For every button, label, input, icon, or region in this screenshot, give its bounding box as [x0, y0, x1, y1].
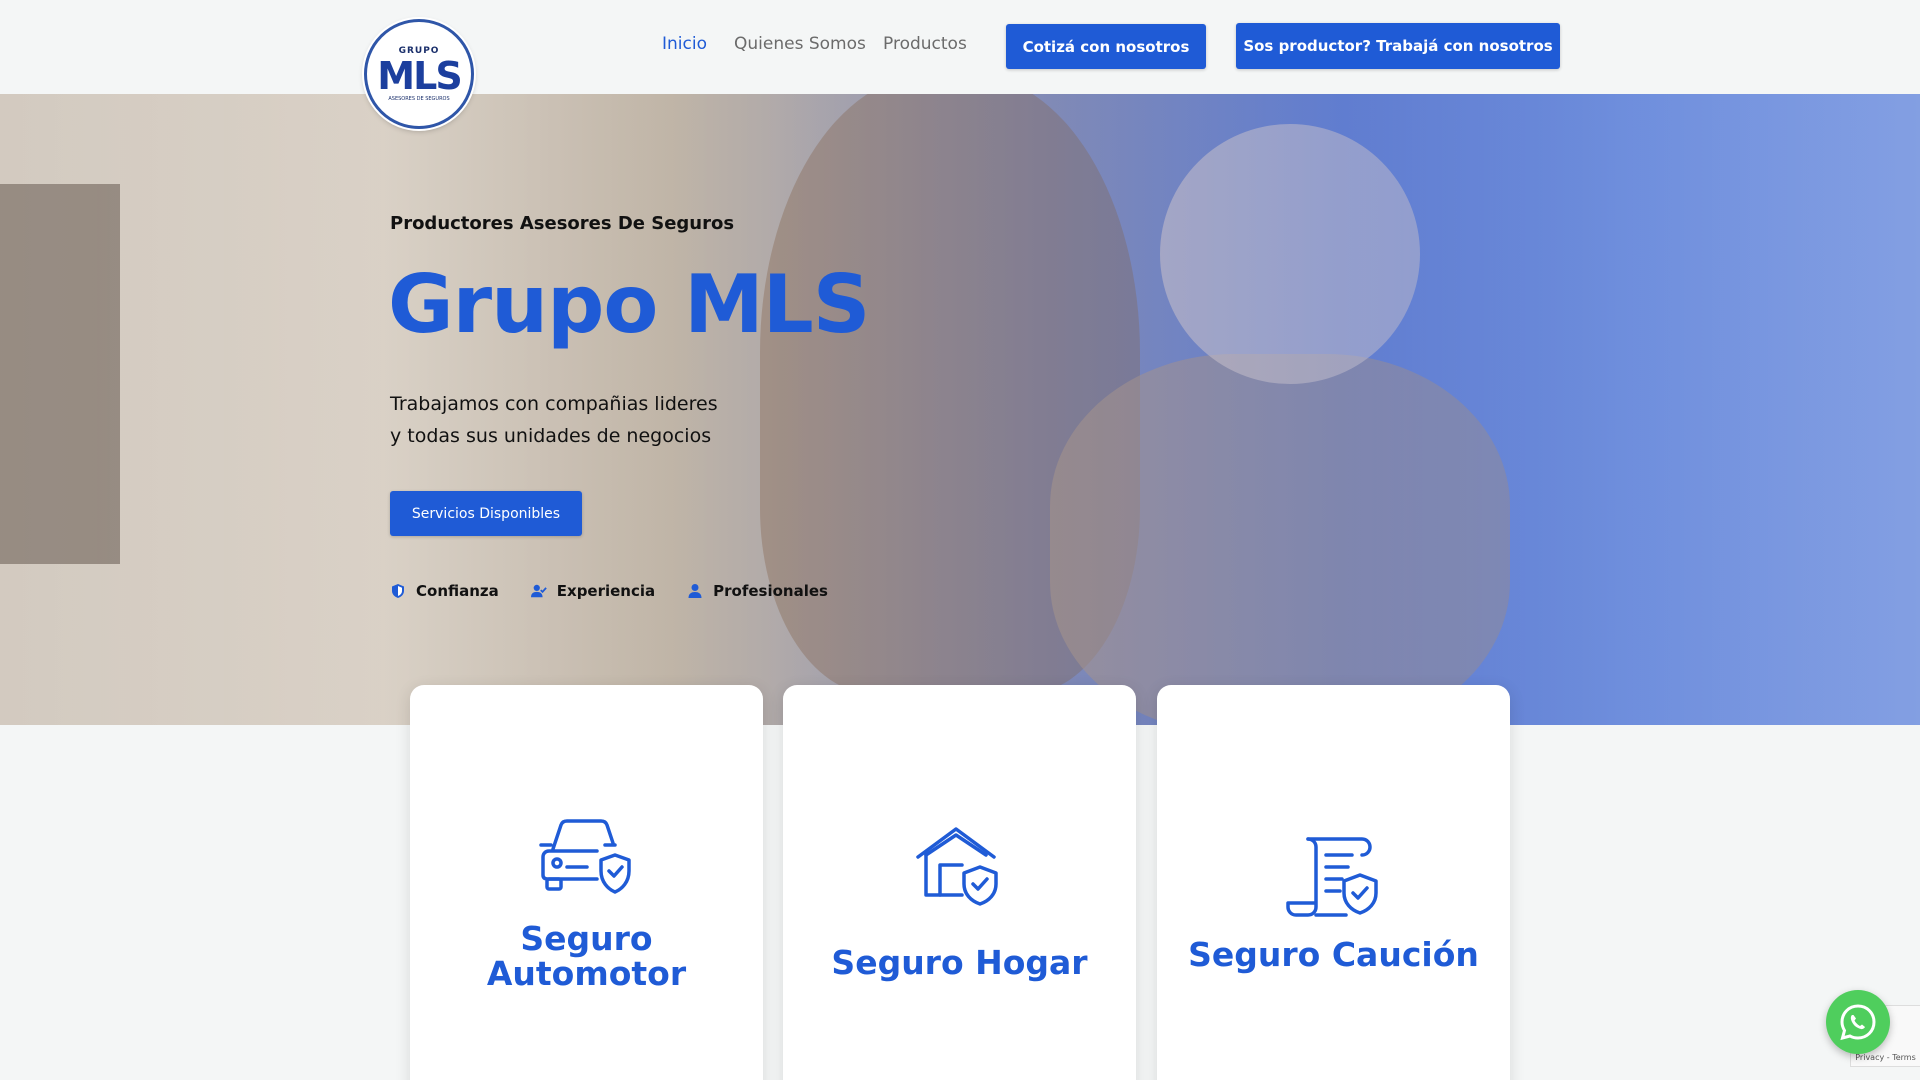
hero-title: Grupo MLS [388, 258, 870, 351]
user-check-icon [530, 584, 547, 598]
car-shield-icon [538, 819, 631, 894]
producer-button[interactable]: Sos productor? Trabajá con nosotros [1236, 23, 1560, 69]
hero-subtitle: Trabajamos con compañias lideres y todas… [390, 388, 718, 452]
quote-button[interactable]: Cotizá con nosotros [1006, 24, 1206, 69]
nav-item-inicio[interactable]: Inicio [662, 34, 707, 54]
nav-item-productos[interactable]: Productos [883, 34, 967, 54]
feature-label: Profesionales [713, 582, 828, 600]
nav-item-quienes-somos[interactable]: Quienes Somos [734, 34, 866, 54]
service-card-caucion[interactable]: Seguro Caución [1157, 685, 1510, 1080]
feature-label: Confianza [416, 582, 499, 600]
site-header: Inicio Quienes Somos Productos Cotizá co… [0, 0, 1920, 94]
user-icon [688, 584, 702, 598]
service-card-automotor[interactable]: Seguro Automotor [410, 685, 763, 1080]
logo-bottom-text: ASESORES DE SEGUROS [388, 96, 450, 102]
whatsapp-button[interactable] [1826, 990, 1890, 1054]
hero-subtitle-line: Trabajamos con compañias lideres [390, 393, 718, 415]
service-card-hogar[interactable]: Seguro Hogar [783, 685, 1136, 1080]
hero-subtitle-line: y todas sus unidades de negocios [390, 425, 712, 447]
feature-item: Profesionales [687, 582, 828, 600]
services-button[interactable]: Servicios Disponibles [390, 491, 582, 536]
service-card-title: Seguro Hogar [831, 943, 1088, 982]
shield-icon [392, 584, 404, 598]
feature-label: Experiencia [556, 582, 656, 600]
hero-features: Confianza Experiencia Profesionales [390, 582, 828, 600]
document-shield-icon [1285, 837, 1378, 917]
logo[interactable]: GRUPO MLS ASESORES DE SEGUROS [364, 19, 474, 129]
hero-banner [0, 94, 1920, 725]
recaptcha-text: Privacy - Terms [1855, 1053, 1916, 1062]
service-card-title: Seguro Caución [1188, 935, 1479, 974]
hero-eyebrow: Productores Asesores De Seguros [390, 213, 735, 234]
feature-item: Experiencia [530, 582, 656, 600]
hero-overlay [0, 94, 1920, 725]
logo-main-text: MLS [377, 54, 462, 98]
feature-item: Confianza [390, 582, 499, 600]
service-card-title: Seguro Automotor [486, 919, 687, 993]
whatsapp-icon [1840, 1004, 1876, 1041]
house-shield-icon [915, 827, 998, 906]
